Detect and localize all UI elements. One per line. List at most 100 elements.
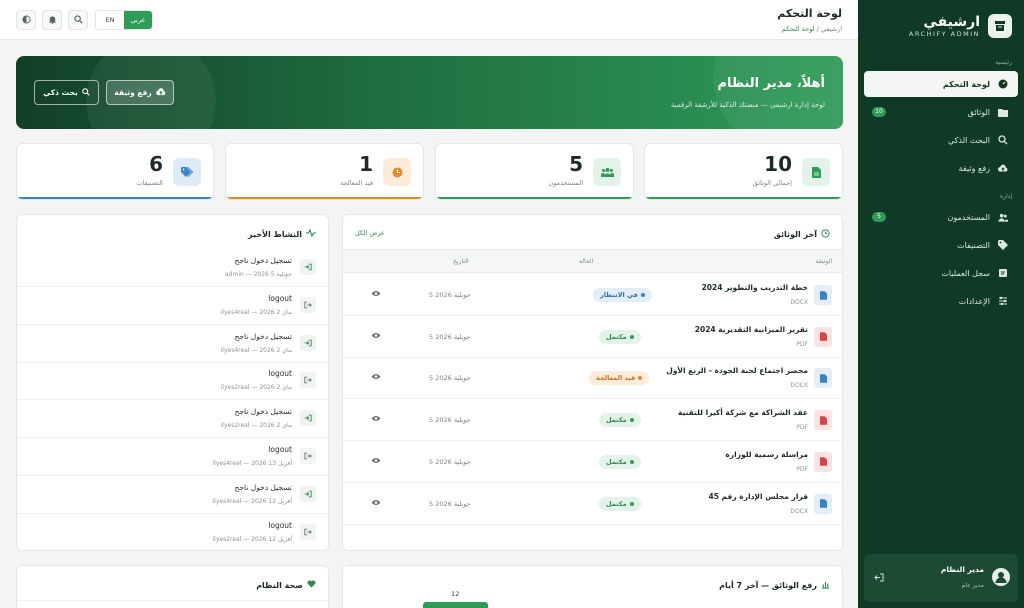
card-title-text: آخر الوثائق — [773, 230, 817, 239]
document-name[interactable]: مراسلة رسمية للوزارة — [725, 450, 808, 459]
card-title-text: صحة النظام — [256, 580, 303, 590]
list-item[interactable]: تسجيل دخول ناجح admin — 2026 5 جويلية — [17, 249, 328, 287]
stat-accent-bar — [436, 197, 633, 199]
list-item[interactable]: تسجيل دخول ناجح ilyes2real — 2026 2 ماي — [17, 400, 328, 439]
list-item[interactable]: تسجيل دخول ناجح ilyes4real — 2026 2 ماي — [17, 325, 328, 363]
card-title: آخر الوثائق — [774, 229, 830, 240]
folder-icon — [998, 107, 1008, 117]
list-item[interactable]: logout ilyes2real — 2026 2 ماي — [17, 362, 328, 401]
column-header-date[interactable]: التاريخ — [453, 258, 469, 265]
stat-value: 6 — [149, 152, 163, 176]
table-row[interactable]: خطة التدريب والتطوير 2024 DOCX في الانتظار… — [343, 274, 842, 316]
table-row[interactable]: قرار مجلس الإدارة رقم 45 DOCX مكتمل 5 جويلي… — [343, 483, 842, 525]
sidebar-item-upload[interactable]: رفع وثيقة — [864, 155, 1018, 181]
sidebar-item-dashboard[interactable]: لوحة التحكم — [864, 71, 1018, 97]
contrast-icon — [21, 14, 31, 26]
list-item[interactable]: logout ilyes4real — 2026 2 ماي — [17, 287, 328, 325]
bar-chart-icon — [821, 580, 830, 591]
stat-accent-bar — [226, 197, 423, 199]
activity-title: logout — [268, 293, 292, 303]
eye-icon[interactable] — [371, 415, 381, 424]
users-icon — [593, 158, 621, 186]
tag-icon — [998, 240, 1008, 250]
logout-icon — [300, 372, 316, 389]
system-health-card: صحة النظام — [16, 565, 329, 608]
status-dot — [629, 418, 634, 423]
brand[interactable]: ارشيفي ARCHIFY ADMIN — [870, 14, 1012, 40]
chart-bar — [423, 602, 488, 608]
bar-value-label: 12 — [451, 590, 460, 598]
column-header-status[interactable]: الحالة — [579, 258, 593, 265]
list-item[interactable]: تسجيل دخول ناجح ilyes4real — 2026 12 أفري… — [17, 476, 328, 514]
upload-document-button[interactable]: رفع وثيقة — [106, 80, 174, 105]
page-title: لوحة التحكم — [777, 7, 842, 20]
table-row[interactable]: تقرير الميزانية التقديرية 2024 PDF مكتمل 5 … — [343, 316, 842, 358]
document-name[interactable]: محضر اجتماع لجنة الجودة - الربع الأول — [666, 366, 808, 375]
status-dot — [640, 293, 645, 297]
docx-file-icon — [814, 368, 832, 389]
search-button[interactable] — [68, 10, 88, 30]
divider — [17, 600, 328, 601]
activity-meta: ilyes2real — 2026 12 أفريل — [212, 535, 293, 543]
sidebar-item-categories[interactable]: التصنيفات — [864, 232, 1018, 258]
stat-accent-bar — [645, 197, 842, 199]
activity-meta: admin — 2026 5 جويلية — [224, 271, 292, 278]
breadcrumb-root[interactable]: ارشيفي — [821, 25, 842, 33]
table-row[interactable]: عقد الشراكة مع شركة أكيرا للتقنية PDF مكتم… — [343, 399, 842, 442]
card-title-text: رفع الوثائق — آخر 7 أيام — [719, 581, 817, 590]
sidebar-item-label: الإعدادات — [958, 296, 990, 306]
sidebar-item-label: رفع وثيقة — [958, 163, 990, 173]
login-icon — [300, 485, 316, 502]
stat-label: المستخدمون — [548, 179, 583, 187]
recent-activity-card: النشاط الأخير تسجيل دخول ناجح admin — 202… — [16, 214, 329, 551]
user-card[interactable]: مدير النظام مدير عام — [864, 554, 1018, 602]
card-title: رفع الوثائق — آخر 7 أيام — [719, 580, 830, 591]
column-header-document[interactable]: الوثيقة — [816, 258, 832, 265]
user-role: مدير عام — [961, 582, 984, 589]
notifications-button[interactable] — [42, 10, 62, 30]
card-title: النشاط الأخير — [248, 228, 316, 239]
status-badge: قيد المعالجة — [589, 371, 650, 386]
sidebar-item-activity-log[interactable]: سجل العمليات — [864, 260, 1018, 286]
language-switcher[interactable]: EN عربي — [95, 10, 153, 30]
eye-icon[interactable] — [371, 457, 381, 466]
table-header: الوثيقة الحالة التاريخ — [343, 249, 842, 273]
sidebar-item-documents[interactable]: الوثائق 10 — [864, 99, 1018, 125]
activity-meta: ilyes4real — 2026 12 أفريل — [212, 497, 293, 505]
logout-icon — [300, 296, 316, 313]
login-icon — [300, 259, 316, 275]
upload-button-label: رفع وثيقة — [114, 88, 152, 97]
dashboard-icon — [998, 79, 1008, 89]
lang-en-option[interactable]: EN — [96, 11, 124, 29]
card-title-text: النشاط الأخير — [248, 229, 302, 239]
document-name[interactable]: تقرير الميزانية التقديرية 2024 — [695, 325, 808, 334]
logout-icon[interactable] — [874, 573, 884, 585]
table-row[interactable]: محضر اجتماع لجنة الجودة - الربع الأول DOC… — [343, 357, 842, 400]
status-dot — [629, 501, 634, 506]
theme-toggle-button[interactable] — [16, 10, 36, 30]
eye-icon[interactable] — [371, 290, 381, 299]
stat-value: 10 — [764, 152, 792, 176]
eye-icon[interactable] — [371, 373, 381, 382]
list-item[interactable]: logout ilyes2real — 2026 12 أفريل — [17, 514, 328, 550]
sidebar-item-users[interactable]: المستخدمون 5 — [864, 204, 1018, 230]
sidebar-item-smart-search[interactable]: البحث الذكي — [864, 127, 1018, 153]
search-icon — [998, 135, 1008, 145]
document-name[interactable]: خطة التدريب والتطوير 2024 — [702, 283, 808, 292]
pdf-file-icon — [814, 410, 832, 431]
eye-icon[interactable] — [371, 332, 381, 341]
lang-ar-option[interactable]: عربي — [124, 11, 152, 29]
card-title: صحة النظام — [256, 580, 316, 590]
sidebar-item-settings[interactable]: الإعدادات — [864, 288, 1018, 314]
table-row[interactable]: مراسلة رسمية للوزارة PDF مكتمل 5 جويلية 202… — [343, 441, 842, 483]
list-item[interactable]: logout ilyes4real — 2026 13 أفريل — [17, 438, 328, 476]
breadcrumb: ارشيفي / لوحة التحكم — [782, 25, 842, 33]
document-name[interactable]: قرار مجلس الإدارة رقم 45 — [709, 492, 809, 501]
stat-value: 5 — [569, 152, 583, 176]
eye-icon[interactable] — [371, 499, 381, 508]
smart-search-button[interactable]: بحث ذكي — [34, 80, 99, 105]
brand-subtitle: ARCHIFY ADMIN — [908, 30, 980, 38]
view-all-link[interactable]: عرض الكل — [355, 229, 385, 237]
log-icon — [998, 268, 1008, 278]
document-name[interactable]: عقد الشراكة مع شركة أكيرا للتقنية — [678, 408, 808, 417]
